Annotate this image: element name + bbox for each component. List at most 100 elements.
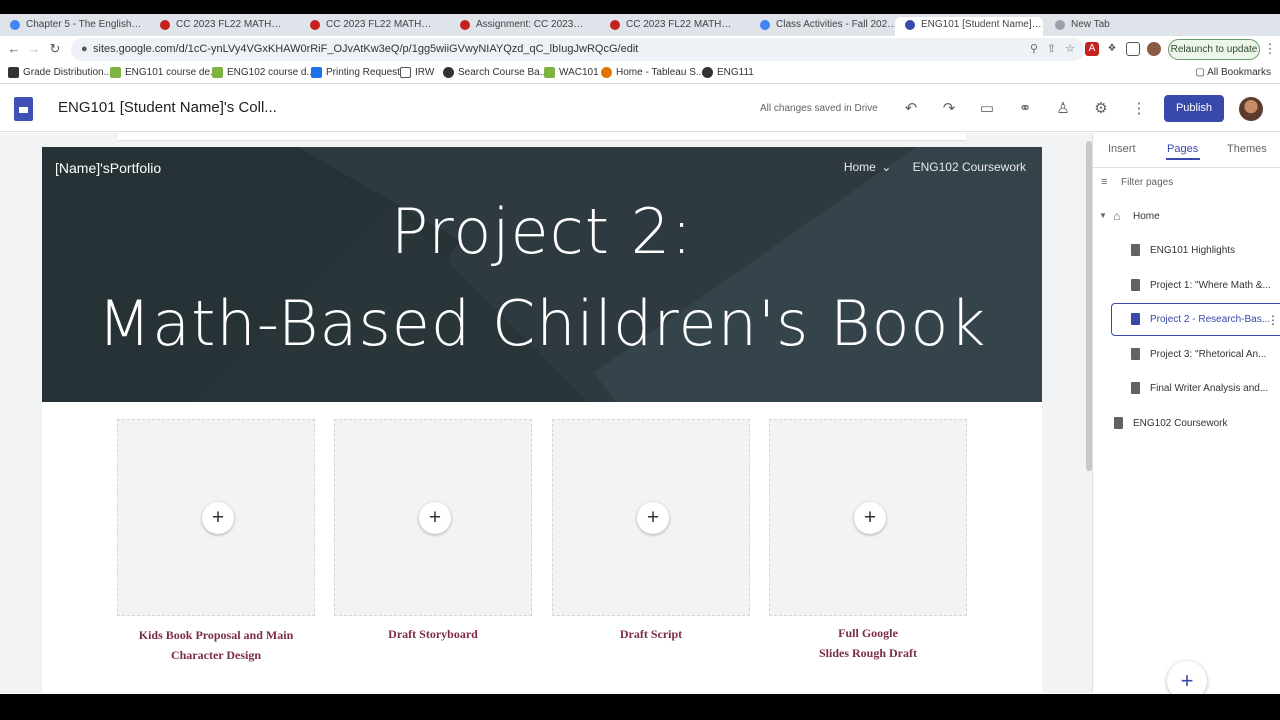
bookmark-icon <box>212 67 223 78</box>
page-item-label: ENG102 Coursework <box>1133 418 1228 429</box>
star-icon[interactable]: ☆ <box>1065 43 1075 55</box>
reload-icon[interactable]: ↻ <box>47 41 63 57</box>
tab-title: Assignment: CC 2023… <box>476 19 584 30</box>
filter-pages[interactable]: ≡ Filter pages <box>1101 176 1173 188</box>
hero-title-line2[interactable]: Math-Based Children's Book <box>42 287 1042 360</box>
bookmark-label: Search Course Ba... <box>458 67 549 78</box>
card-caption[interactable]: Kids Book Proposal and Main Character Des… <box>117 625 315 665</box>
panel-divider <box>1093 167 1280 168</box>
page-item[interactable]: ENG102 Coursework <box>1114 417 1228 429</box>
back-arrow-icon[interactable]: ← <box>6 41 22 57</box>
browser-tab[interactable]: Chapter 5 - The English… <box>0 17 148 36</box>
nav-home-label: Home <box>843 160 876 174</box>
undo-icon[interactable]: ↶ <box>900 98 922 120</box>
bookmark-icon <box>443 67 454 78</box>
add-image-button[interactable]: + <box>419 502 451 534</box>
image-placeholder[interactable]: + <box>334 419 532 616</box>
sites-app-bar: ENG101 [Student Name]'s Coll... All chan… <box>0 85 1280 132</box>
bookmark[interactable]: Printing Request <box>311 67 400 78</box>
browser-tab[interactable]: CC 2023 FL22 MATH… <box>300 17 448 36</box>
image-placeholder[interactable]: + <box>117 419 315 616</box>
tab-favicon-icon <box>1055 20 1065 30</box>
card-caption[interactable]: Draft Storyboard <box>334 624 532 644</box>
page-item-label: Final Writer Analysis and... <box>1150 383 1269 394</box>
bookmark[interactable]: ENG102 course d... <box>212 67 315 78</box>
browser-menu-icon[interactable]: ⋮ <box>1262 41 1278 57</box>
bookmark-icon <box>8 67 19 78</box>
puzzle-icon[interactable]: ❖ <box>1105 42 1119 56</box>
bookmark[interactable]: IRW <box>400 67 434 78</box>
browser-tab[interactable]: CC 2023 FL22 MATH… <box>600 17 748 36</box>
bookmark[interactable]: Home - Tableau S... <box>601 67 704 78</box>
browser-tab-active[interactable]: ENG101 [Student Name]… <box>895 17 1043 36</box>
site-page: [Name]'sPortfolio Home ⌄ ENG102 Coursewo… <box>42 147 1042 693</box>
user-avatar[interactable] <box>1239 97 1263 121</box>
nav-home[interactable]: Home ⌄ <box>826 160 891 174</box>
site-name[interactable]: [Name]'sPortfolio <box>55 160 161 176</box>
image-placeholder[interactable]: + <box>769 419 967 616</box>
page-item[interactable]: Project 1: "Where Math &... <box>1131 279 1271 291</box>
right-side-panel: Insert Pages Themes ≡ Filter pages ▼ ⌂ Ho… <box>1092 133 1280 701</box>
extension-icon[interactable]: A <box>1085 42 1099 56</box>
publish-button[interactable]: Publish <box>1164 95 1224 122</box>
bookmark-label: Grade Distribution... <box>23 67 112 78</box>
browser-tab[interactable]: Class Activities - Fall 202… <box>750 17 898 36</box>
add-image-button[interactable]: + <box>854 502 886 534</box>
link-icon[interactable]: ⚭ <box>1014 98 1036 120</box>
bookmark[interactable]: ENG111 <box>702 67 754 78</box>
tab-title: CC 2023 FL22 MATH… <box>326 19 432 30</box>
page-item[interactable]: ENG101 Highlights <box>1131 244 1236 256</box>
editor-canvas: [Name]'sPortfolio Home ⌄ ENG102 Coursewo… <box>0 133 1092 693</box>
bookmark-label: Printing Request <box>326 67 400 78</box>
forward-arrow-icon[interactable]: → <box>26 41 42 57</box>
google-sites-logo-icon[interactable] <box>14 97 33 121</box>
page-item[interactable]: Final Writer Analysis and... <box>1131 382 1269 394</box>
bookmark[interactable]: WAC101 <box>544 67 599 78</box>
tab-title: Class Activities - Fall 202… <box>776 19 898 30</box>
card-caption[interactable]: Full Google Slides Rough Draft <box>769 623 967 663</box>
bookmark[interactable]: Search Course Ba... <box>443 67 548 78</box>
globe-icon <box>702 67 713 78</box>
add-image-button[interactable]: + <box>202 502 234 534</box>
screen: Chapter 5 - The English… CC 2023 FL22 MA… <box>0 0 1280 720</box>
all-bookmarks[interactable]: ▢ All Bookmarks <box>1195 67 1271 78</box>
tab-pages[interactable]: Pages <box>1167 143 1198 155</box>
bookmark-label: IRW <box>415 67 435 78</box>
site-nav: Home ⌄ ENG102 Coursework <box>808 160 1026 174</box>
page-item-label: ENG101 Highlights <box>1150 245 1236 256</box>
browser-tab[interactable]: CC 2023 FL22 MATH… <box>150 17 298 36</box>
collapse-caret-icon[interactable]: ▼ <box>1099 211 1107 220</box>
hero-title-line1[interactable]: Project 2: <box>42 195 1042 268</box>
hero-bg-shape <box>594 147 1042 402</box>
tab-themes[interactable]: Themes <box>1227 143 1267 155</box>
settings-gear-icon[interactable]: ⚙ <box>1090 98 1112 120</box>
relaunch-button[interactable]: Relaunch to update <box>1168 39 1260 60</box>
browser-tab[interactable]: New Tab <box>1045 17 1193 36</box>
page-options-icon[interactable]: ⋮ <box>1267 313 1279 327</box>
more-vert-icon[interactable]: ⋮ <box>1128 98 1150 120</box>
redo-icon[interactable]: ↷ <box>938 98 960 120</box>
image-placeholder[interactable]: + <box>552 419 750 616</box>
add-image-button[interactable]: + <box>637 502 669 534</box>
share-icon[interactable]: ⇧ <box>1047 43 1056 55</box>
share-person-icon[interactable]: ♙ <box>1052 98 1074 120</box>
browser-tab[interactable]: Assignment: CC 2023… <box>450 17 598 36</box>
address-bar[interactable]: ● sites.google.com/d/1cC-ynLVy4VGxKHAW0r… <box>71 38 1085 61</box>
tab-insert[interactable]: Insert <box>1108 143 1136 155</box>
bookmark[interactable]: Grade Distribution... <box>8 67 112 78</box>
bookmark[interactable]: ENG101 course de... <box>110 67 218 78</box>
card-caption[interactable]: Draft Script <box>552 624 750 644</box>
caption-line: Slides Rough Draft <box>818 646 917 660</box>
page-doc-icon <box>1131 244 1140 256</box>
zoom-icon[interactable]: ⚲ <box>1030 43 1038 55</box>
tab-favicon-icon <box>10 20 20 30</box>
site-title[interactable]: ENG101 [Student Name]'s Coll... <box>58 99 277 116</box>
sidepanel-icon[interactable] <box>1126 42 1140 56</box>
page-item[interactable]: Project 3: "Rhetorical An... <box>1131 348 1266 360</box>
nav-eng102[interactable]: ENG102 Coursework <box>913 160 1026 174</box>
page-item-home[interactable]: Home <box>1133 211 1160 222</box>
preview-devices-icon[interactable]: ▭ <box>976 98 998 120</box>
profile-avatar[interactable] <box>1147 42 1161 56</box>
hero-banner[interactable]: [Name]'sPortfolio Home ⌄ ENG102 Coursewo… <box>42 147 1042 402</box>
page-item-selected[interactable]: Project 2 - Research-Bas... <box>1131 313 1270 325</box>
